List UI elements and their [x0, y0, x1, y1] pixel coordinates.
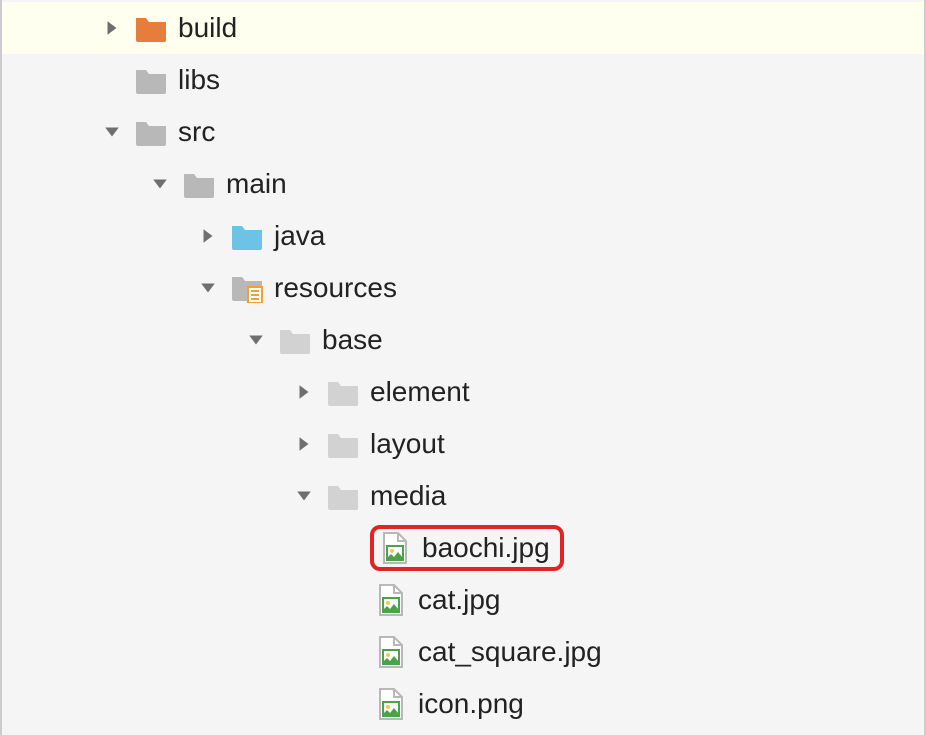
image-file-icon [378, 531, 412, 565]
tree-item-label: libs [178, 66, 220, 94]
image-file-icon [374, 583, 408, 617]
tree-item-layout[interactable]: layout [2, 418, 924, 470]
image-file-icon [374, 635, 408, 669]
tree-item-base[interactable]: base [2, 314, 924, 366]
tree-item-label: baochi.jpg [422, 534, 550, 562]
tree-item-libs[interactable]: libs [2, 54, 924, 106]
chevron-right-icon[interactable] [98, 14, 126, 42]
tree-item-cat-square[interactable]: cat_square.jpg [2, 626, 924, 678]
tree-item-label: layout [370, 430, 445, 458]
tree-item-icon-png[interactable]: icon.png [2, 678, 924, 730]
tree-item-label: media [370, 482, 446, 510]
tree-item-baochi[interactable]: baochi.jpg [2, 522, 924, 574]
tree-item-cat[interactable]: cat.jpg [2, 574, 924, 626]
chevron-down-icon[interactable] [98, 118, 126, 146]
tree-item-main[interactable]: main [2, 158, 924, 210]
chevron-down-icon[interactable] [146, 170, 174, 198]
chevron-down-icon[interactable] [242, 326, 270, 354]
tree-item-build[interactable]: build [2, 2, 924, 54]
folder-icon [134, 115, 168, 149]
folder-icon [326, 375, 360, 409]
folder-icon [182, 167, 216, 201]
tree-item-src[interactable]: src [2, 106, 924, 158]
tree-item-label: resources [274, 274, 397, 302]
tree-item-media[interactable]: media [2, 470, 924, 522]
tree-item-resources[interactable]: resources [2, 262, 924, 314]
tree-item-label: icon.png [418, 690, 524, 718]
folder-icon [134, 11, 168, 45]
chevron-down-icon[interactable] [290, 482, 318, 510]
folder-icon [134, 63, 168, 97]
resources-folder-icon [230, 271, 264, 305]
file-tree: build libs src main java resources [0, 0, 926, 735]
tree-item-label: java [274, 222, 325, 250]
chevron-right-icon[interactable] [290, 378, 318, 406]
folder-icon [230, 219, 264, 253]
tree-item-element[interactable]: element [2, 366, 924, 418]
chevron-right-icon[interactable] [290, 430, 318, 458]
tree-item-label: element [370, 378, 470, 406]
folder-icon [326, 427, 360, 461]
highlight-annotation: baochi.jpg [370, 525, 564, 571]
folder-icon [326, 479, 360, 513]
tree-item-java[interactable]: java [2, 210, 924, 262]
tree-item-label: cat_square.jpg [418, 638, 602, 666]
tree-item-label: build [178, 14, 237, 42]
tree-item-label: src [178, 118, 215, 146]
chevron-right-icon[interactable] [194, 222, 222, 250]
tree-item-label: cat.jpg [418, 586, 501, 614]
chevron-down-icon[interactable] [194, 274, 222, 302]
folder-icon [278, 323, 312, 357]
tree-item-label: base [322, 326, 383, 354]
image-file-icon [374, 687, 408, 721]
tree-item-label: main [226, 170, 287, 198]
